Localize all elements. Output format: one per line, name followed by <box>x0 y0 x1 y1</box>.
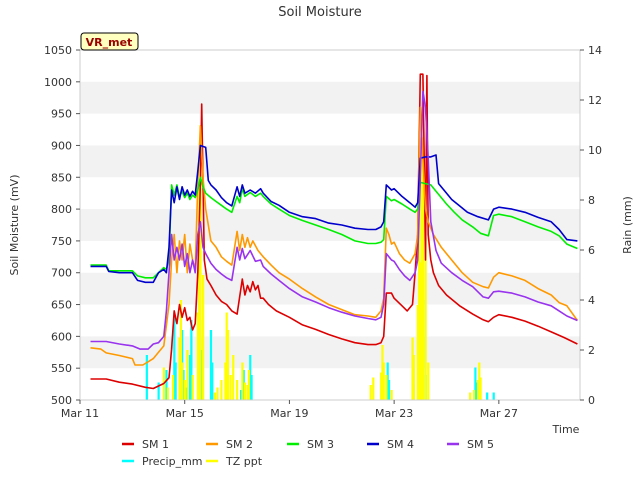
y-left-tick-label: 900 <box>51 139 72 152</box>
y-left-tick-label: 1000 <box>44 76 72 89</box>
x-tick-label: Mar 23 <box>375 407 413 420</box>
legend-label-sm-4: SM 4 <box>387 438 414 451</box>
soil-moisture-chart: 500 550 600 650 700 750 800 850 900 950 1000 1050 0 2… <box>8 5 634 468</box>
y-left-tick-label: 600 <box>51 330 72 343</box>
legend-label-precip-mm: Precip_mm <box>142 455 203 468</box>
y-right-tick-label: 0 <box>588 394 595 407</box>
y-right-tick-label: 12 <box>588 94 602 107</box>
rain-bar-tz-ppt <box>171 375 175 400</box>
rain-bar-precip-mm <box>250 375 253 400</box>
legend-label-tz-ppt: TZ ppt <box>225 455 263 468</box>
rain-bar-precip-mm <box>486 392 489 400</box>
legend-label-sm-3: SM 3 <box>307 438 334 451</box>
y-left-tick-label: 950 <box>51 108 72 121</box>
y-left-tick-label: 1050 <box>44 44 72 57</box>
y-right-tick-label: 10 <box>588 144 602 157</box>
rain-bar-tz-ppt <box>183 380 186 400</box>
rain-bar-tz-ppt <box>191 375 194 400</box>
station-badge: VR_met <box>80 32 139 51</box>
rain-bar-tz-ppt <box>166 387 169 400</box>
rain-bar-tz-ppt <box>229 375 232 400</box>
rain-bar-tz-ppt <box>479 377 482 400</box>
grid-band <box>80 209 580 241</box>
grid-band <box>80 336 580 369</box>
station-badge-label: VR_met <box>86 36 133 49</box>
y-right-tick-label: 4 <box>588 294 595 307</box>
grid-bands <box>80 81 580 369</box>
y-left-tick-label: 850 <box>51 171 72 184</box>
rain-bar-tz-ppt <box>382 362 385 400</box>
rain-bar-tz-ppt <box>243 382 247 400</box>
y-left-tick-label: 750 <box>51 235 72 248</box>
rain-bar-tz-ppt <box>369 385 372 400</box>
y-left-tick-label: 550 <box>51 362 72 375</box>
rain-bar-tz-ppt <box>186 350 189 400</box>
rain-bar-tz-ppt <box>181 362 184 400</box>
chart-title: Soil Moisture <box>278 5 362 20</box>
rain-bar-tz-ppt <box>247 370 251 400</box>
chart-root: 500 550 600 650 700 750 800 850 900 950 1000 1050 0 2… <box>0 0 640 480</box>
legend-label-sm-5: SM 5 <box>467 438 494 451</box>
legend-label-sm-2: SM 2 <box>226 438 253 451</box>
rain-bar-tz-ppt <box>385 375 388 400</box>
y-left-tick-label: 500 <box>51 394 72 407</box>
x-tick-label: Mar 15 <box>166 407 204 420</box>
legend-label-sm-1: SM 1 <box>142 438 169 451</box>
rain-bar-tz-ppt <box>216 387 219 400</box>
rain-bar-tz-ppt <box>421 175 425 400</box>
rain-bar-precip-mm <box>174 362 177 400</box>
rain-bar-tz-ppt <box>232 355 235 400</box>
grid-band <box>80 81 580 114</box>
x-tick-label: Mar 27 <box>480 407 518 420</box>
y-left-tick-label: 650 <box>51 299 72 312</box>
y-left-tick-label: 800 <box>51 203 72 216</box>
rain-bar-tz-ppt <box>427 362 430 400</box>
rain-bar-tz-ppt <box>472 390 476 400</box>
x-tick-label: Mar 19 <box>270 407 308 420</box>
y-right-tick-label: 2 <box>588 344 595 357</box>
y-right-tick-label: 8 <box>588 194 595 207</box>
rain-bar-tz-ppt <box>412 355 415 400</box>
rain-bar-tz-ppt <box>241 362 244 400</box>
rain-bar-tz-ppt <box>469 392 472 400</box>
rain-bar-tz-ppt <box>202 275 205 400</box>
y-axis-left-label: Soil Moisture (mV) <box>8 175 21 276</box>
y-right-tick-label: 6 <box>588 244 595 257</box>
rain-bar-tz-ppt <box>390 390 393 400</box>
legend: SM 1 SM 2 SM 3 SM 4 SM 5 Precip_mm TZ ppt <box>122 438 494 468</box>
rain-bar-tz-ppt <box>372 377 375 400</box>
y-left-tick-label: 700 <box>51 267 72 280</box>
y-axis-right-label: Rain (mm) <box>621 196 634 254</box>
rain-bar-precip-mm <box>387 380 391 400</box>
rain-bar-tz-ppt <box>220 380 223 400</box>
grid-band <box>80 145 580 178</box>
x-axis-label: Time <box>552 423 580 436</box>
rain-bar-precip-mm <box>211 362 214 400</box>
y-right-tick-label: 14 <box>588 44 602 57</box>
x-tick-label: Mar 11 <box>61 407 99 420</box>
rain-bar-tz-ppt <box>236 380 239 400</box>
rain-bar-tz-ppt <box>424 237 427 400</box>
rain-bar-tz-ppt <box>213 392 217 400</box>
rain-bar-tz-ppt <box>226 330 230 400</box>
rain-bar-precip-mm <box>492 392 495 400</box>
